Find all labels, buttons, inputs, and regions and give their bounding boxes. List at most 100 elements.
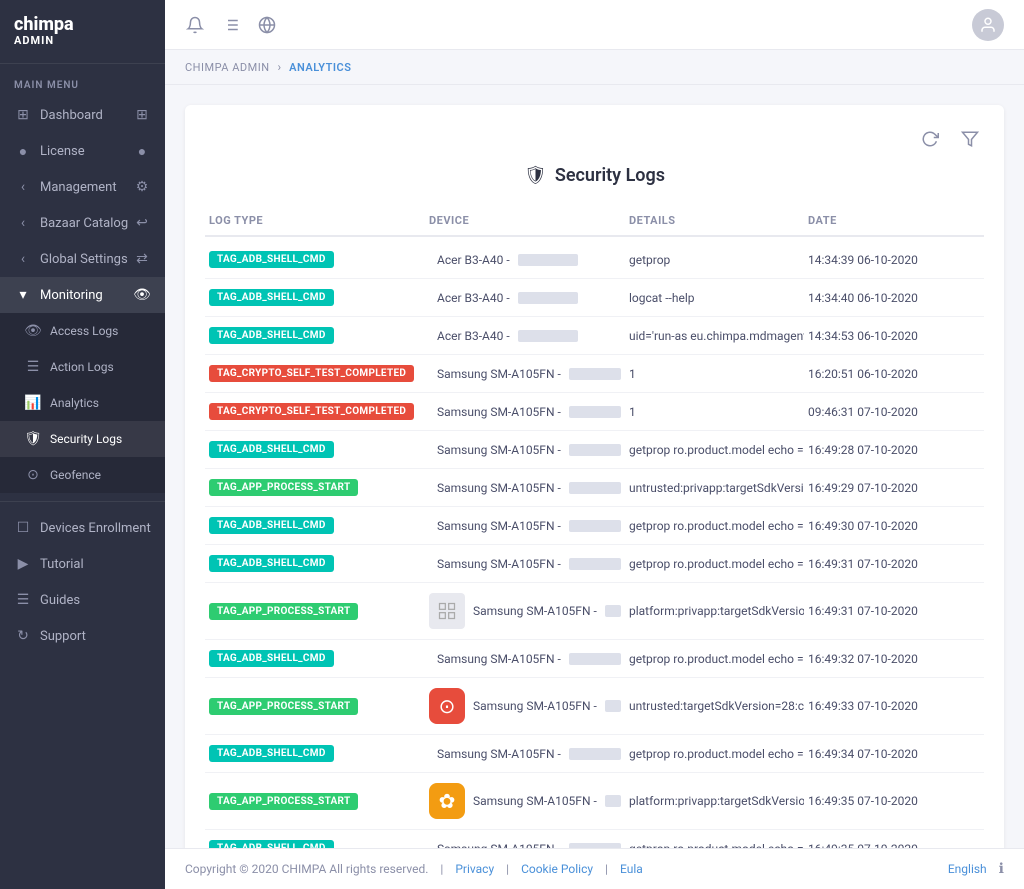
dashboard-icon: ⊞: [14, 106, 32, 124]
log-details: uid='run-as eu.chimpa.mdmagent whoami' &…: [629, 329, 804, 343]
cell-date: 16:49:31 07-10-2020: [804, 604, 984, 618]
card-title-row: 🛡 Security Logs: [205, 165, 984, 186]
sidebar-item-guides[interactable]: ☰ Guides: [0, 582, 165, 618]
table-row: TAG_CRYPTO_SELF_TEST_COMPLETED Samsung S…: [205, 393, 984, 431]
log-details: 1: [629, 405, 636, 419]
cell-device: Acer B3-A40 -: [425, 329, 625, 343]
cell-date: 14:34:40 06-10-2020: [804, 291, 984, 305]
page-title: Security Logs: [555, 165, 665, 186]
cell-details: getprop ro.product.model echo ======== o…: [625, 443, 804, 457]
log-type-badge: TAG_ADB_SHELL_CMD: [209, 289, 334, 306]
cell-device: Samsung SM-A105FN -: [425, 519, 625, 533]
footer-eula[interactable]: Eula: [620, 862, 643, 876]
cell-badge: TAG_ADB_SHELL_CMD: [205, 745, 425, 762]
footer-info-icon[interactable]: ℹ: [999, 861, 1004, 877]
footer-cookie-policy[interactable]: Cookie Policy: [521, 862, 593, 876]
cell-details: getprop ro.product.model echo ======== o…: [625, 519, 804, 533]
sidebar-item-tutorial[interactable]: ▶ Tutorial: [0, 546, 165, 582]
footer-sep3: |: [605, 862, 608, 876]
filter-button[interactable]: [956, 125, 984, 153]
globe-icon[interactable]: [257, 15, 277, 35]
sidebar-item-action-logs[interactable]: ☰ Action Logs: [0, 349, 165, 385]
sidebar-item-management[interactable]: ‹ Management ⚙: [0, 169, 165, 205]
log-details: 1: [629, 367, 636, 381]
col-date: DATE: [804, 214, 984, 227]
license-action-icon: ●: [133, 142, 151, 160]
sidebar-item-bazaar[interactable]: ‹ Bazaar Catalog ↩: [0, 205, 165, 241]
log-date: 16:49:31 07-10-2020: [808, 604, 918, 618]
cell-device: Samsung SM-A105FN -: [425, 405, 625, 419]
cell-details: platform:privapp:targetSdkVersion=28:com…: [625, 604, 804, 618]
footer: Copyright © 2020 CHIMPA All rights reser…: [165, 848, 1024, 889]
sidebar-item-security-logs[interactable]: 🛡 Security Logs: [0, 421, 165, 457]
device-name: Samsung SM-A105FN -: [437, 557, 561, 571]
cell-badge: TAG_ADB_SHELL_CMD: [205, 327, 425, 344]
sidebar-item-global-settings[interactable]: ‹ Global Settings ⇄: [0, 241, 165, 277]
log-details: logcat --help: [629, 291, 694, 305]
sidebar-item-label: Bazaar Catalog: [40, 216, 128, 231]
sidebar-item-label: Guides: [40, 593, 80, 608]
log-date: 09:46:31 07-10-2020: [808, 405, 918, 419]
sidebar-item-license[interactable]: ● License ●: [0, 133, 165, 169]
device-redacted: [569, 748, 621, 760]
table-row: TAG_ADB_SHELL_CMD Samsung SM-A105FN - ge…: [205, 545, 984, 583]
sidebar-item-access-logs[interactable]: 👁 Access Logs: [0, 313, 165, 349]
sidebar-item-geofence[interactable]: ⊙ Geofence: [0, 457, 165, 493]
bell-icon[interactable]: [185, 15, 205, 35]
cell-badge: TAG_ADB_SHELL_CMD: [205, 441, 425, 458]
table-body: TAG_ADB_SHELL_CMD Acer B3-A40 - getprop …: [205, 241, 984, 848]
log-type-badge: TAG_ADB_SHELL_CMD: [209, 840, 334, 848]
sidebar-item-support[interactable]: ↻ Support: [0, 618, 165, 654]
sidebar-item-label: Dashboard: [40, 108, 103, 123]
cell-badge: TAG_ADB_SHELL_CMD: [205, 251, 425, 268]
cell-details: 1: [625, 367, 804, 381]
device-redacted: [518, 254, 578, 266]
device-name: Samsung SM-A105FN -: [437, 747, 561, 761]
log-type-badge: TAG_ADB_SHELL_CMD: [209, 745, 334, 762]
tutorial-icon: ▶: [14, 555, 32, 573]
log-type-badge: TAG_APP_PROCESS_START: [209, 698, 358, 715]
sidebar-section-main: MAIN MENU: [0, 64, 165, 97]
sidebar-item-label: Action Logs: [50, 360, 114, 374]
log-date: 14:34:40 06-10-2020: [808, 291, 918, 305]
support-icon: ↻: [14, 627, 32, 645]
device-redacted: [605, 605, 621, 617]
table-row: TAG_ADB_SHELL_CMD Acer B3-A40 - logcat -…: [205, 279, 984, 317]
breadcrumb-parent[interactable]: CHIMPA ADMIN: [185, 61, 270, 74]
cell-details: logcat --help: [625, 291, 804, 305]
list-icon[interactable]: [221, 15, 241, 35]
log-details: platform:privapp:targetSdkVersion=28:com…: [629, 794, 804, 808]
device-redacted: [569, 482, 621, 494]
global-icon: ‹: [14, 250, 32, 268]
sidebar: chimpa ADMIN MAIN MENU ⊞ Dashboard ⊞ ● L…: [0, 0, 165, 889]
log-details: getprop ro.product.model echo ======== o…: [629, 747, 804, 761]
table-row: TAG_CRYPTO_SELF_TEST_COMPLETED Samsung S…: [205, 355, 984, 393]
sidebar-item-devices-enrollment[interactable]: ☐ Devices Enrollment: [0, 510, 165, 546]
footer-privacy[interactable]: Privacy: [455, 862, 494, 876]
cell-details: untrusted:targetSdkVersion=28:complete: [625, 699, 804, 713]
table-row: TAG_ADB_SHELL_CMD Samsung SM-A105FN - ge…: [205, 830, 984, 848]
cell-date: 16:49:35 07-10-2020: [804, 794, 984, 808]
dashboard-action-icon: ⊞: [133, 106, 151, 124]
cell-date: 14:34:53 06-10-2020: [804, 329, 984, 343]
sidebar-item-dashboard[interactable]: ⊞ Dashboard ⊞: [0, 97, 165, 133]
device-name: Acer B3-A40 -: [437, 329, 510, 343]
device-name: Samsung SM-A105FN -: [437, 481, 561, 495]
device-name: Samsung SM-A105FN -: [473, 699, 597, 713]
action-logs-icon: ☰: [24, 358, 42, 376]
device-name: Samsung SM-A105FN -: [437, 405, 561, 419]
footer-language[interactable]: English: [948, 862, 987, 876]
table-row: TAG_APP_PROCESS_START ✿ Samsung SM-A105F…: [205, 773, 984, 830]
license-icon: ●: [14, 142, 32, 160]
device-name: Samsung SM-A105FN -: [473, 604, 597, 618]
user-avatar[interactable]: [972, 9, 1004, 41]
log-date: 16:49:34 07-10-2020: [808, 747, 918, 761]
sidebar-item-monitoring[interactable]: ▾ Monitoring 👁: [0, 277, 165, 313]
cell-details: untrusted:privapp:targetSdkVersion=29:co…: [625, 481, 804, 495]
cell-details: getprop ro.product.model echo ======== o…: [625, 747, 804, 761]
table-row: TAG_APP_PROCESS_START ⊙ Samsung SM-A105F…: [205, 678, 984, 735]
refresh-button[interactable]: [916, 125, 944, 153]
log-type-badge: TAG_ADB_SHELL_CMD: [209, 517, 334, 534]
sidebar-item-analytics[interactable]: 📊 Analytics: [0, 385, 165, 421]
sidebar-item-label: Monitoring: [40, 288, 103, 303]
